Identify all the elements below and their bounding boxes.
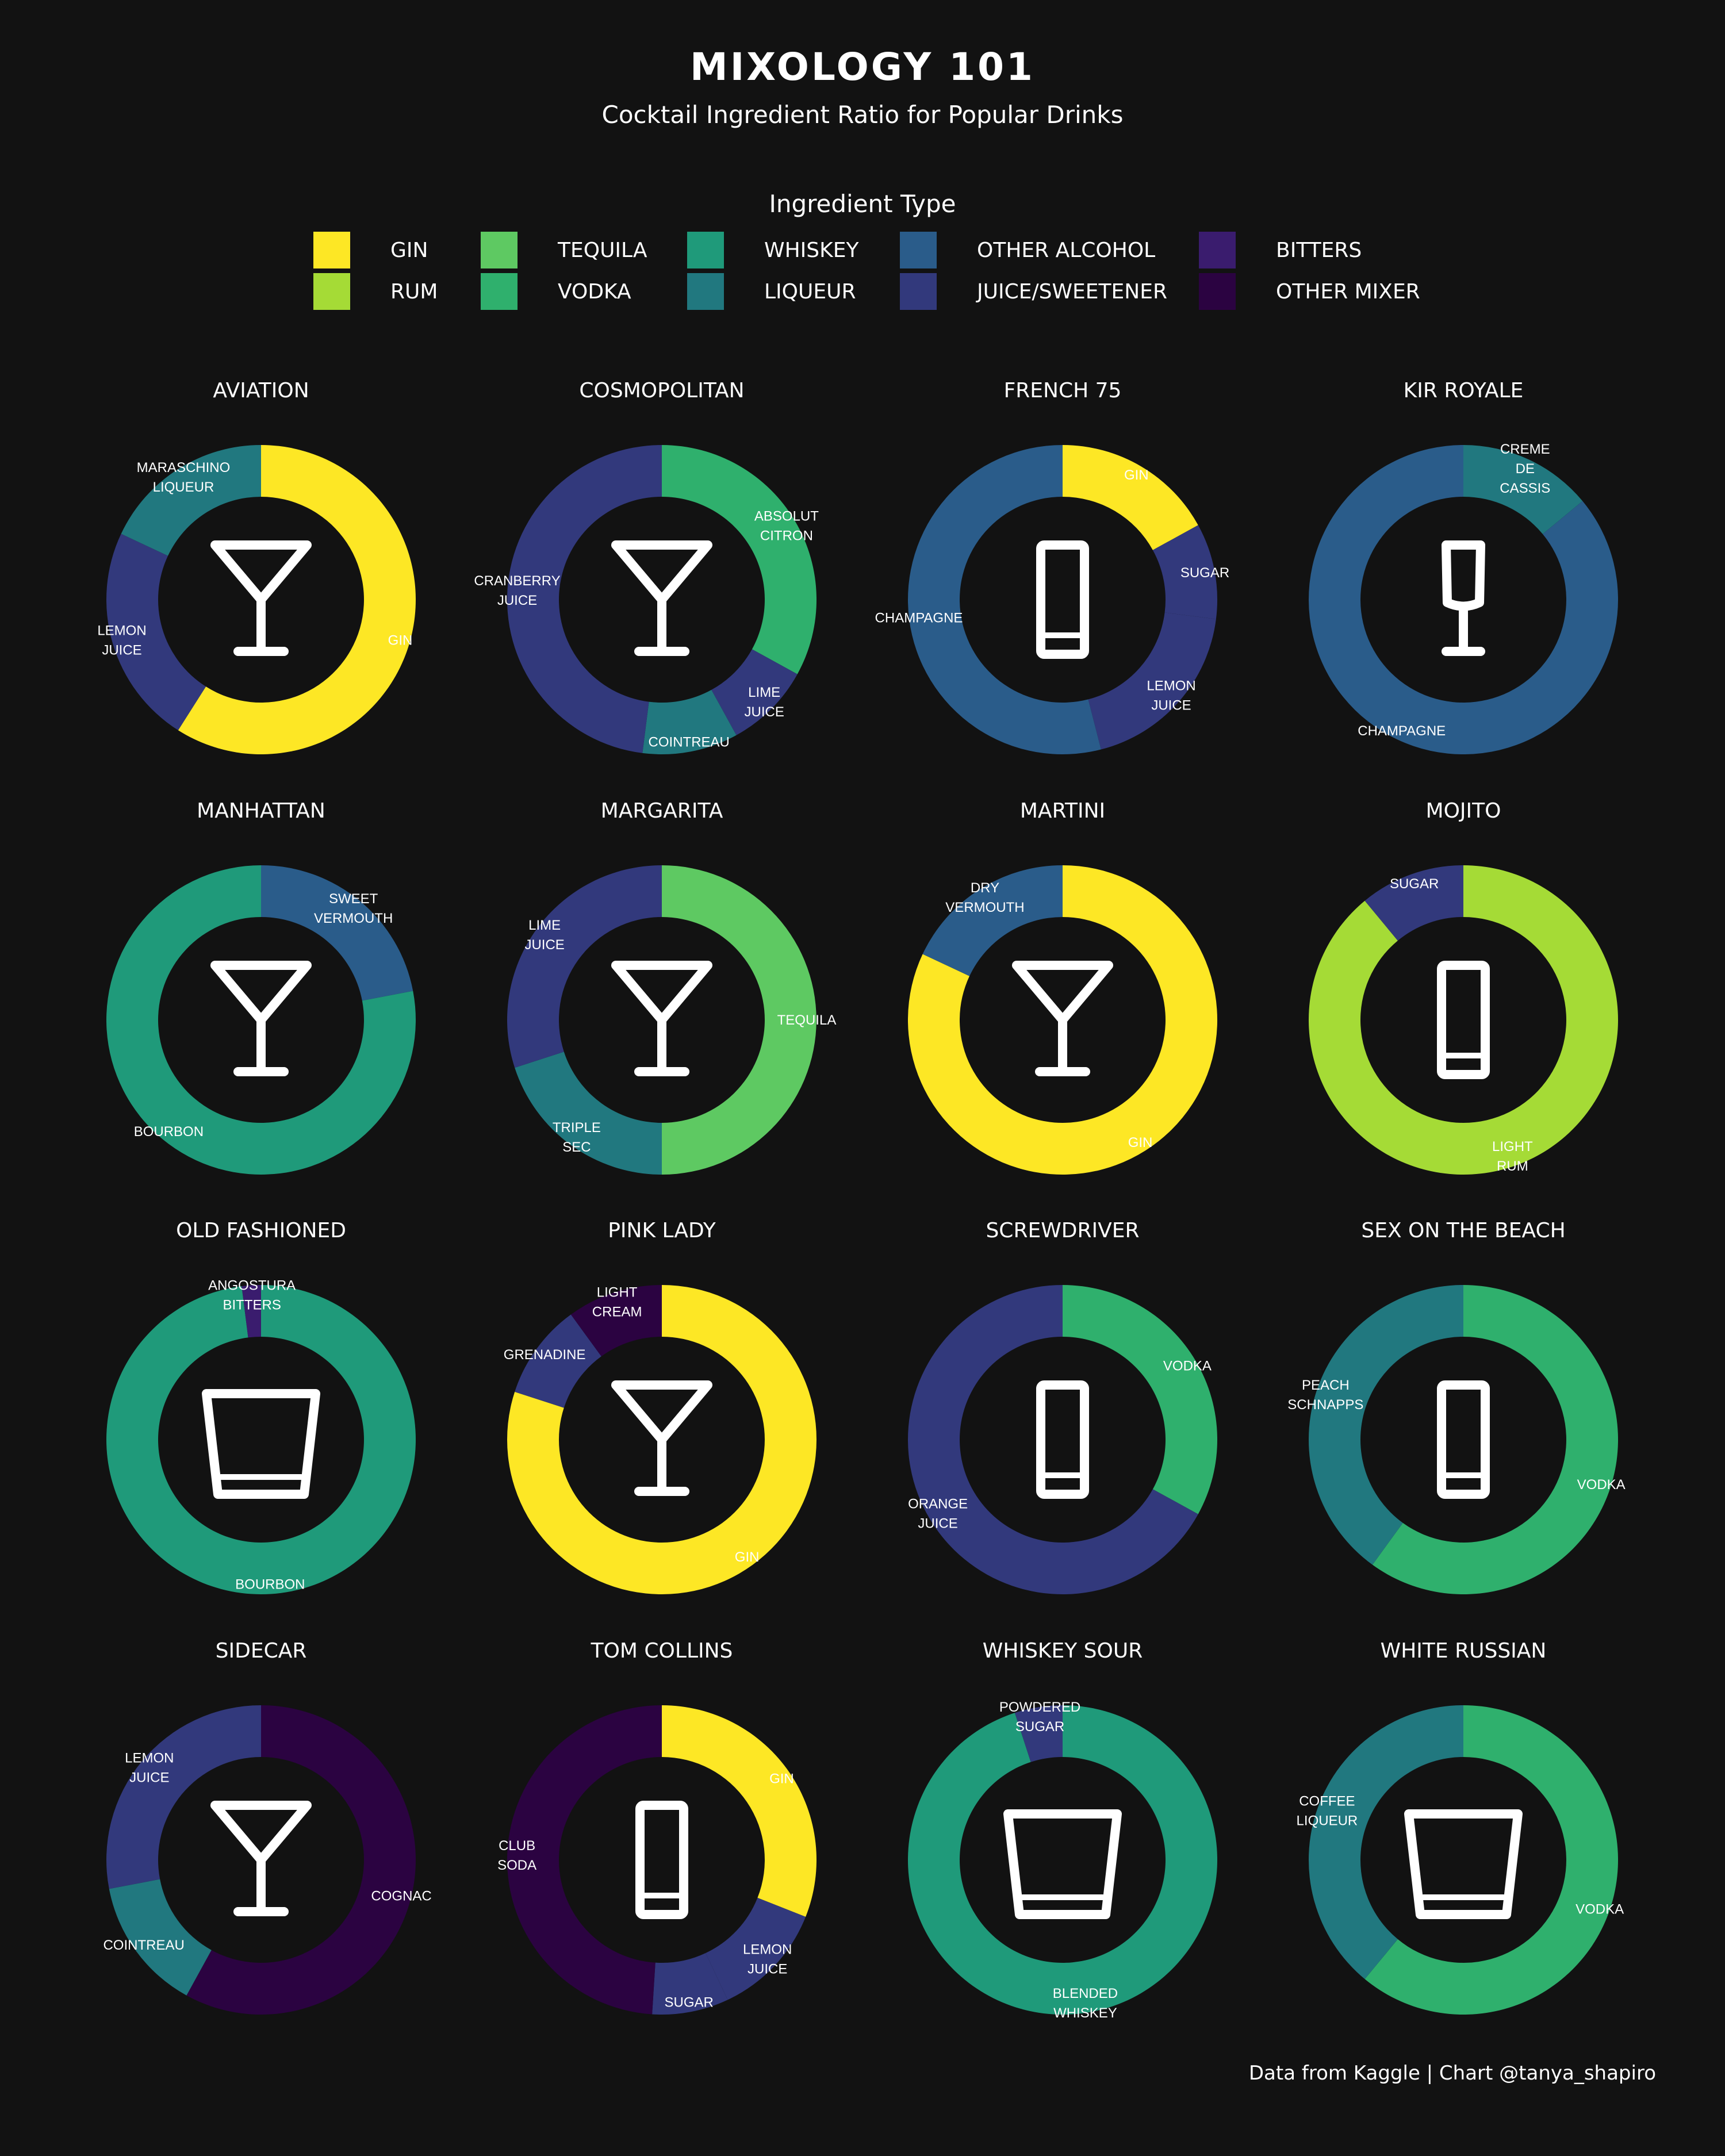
slice-label: CHAMPAGNE [1358, 723, 1446, 739]
slice-label: SUGAR [1390, 876, 1439, 892]
chart-title: SEX ON THE BEACH [1361, 1219, 1565, 1242]
source-credit: Data from Kaggle | Chart @tanya_shapiro [1248, 2062, 1656, 2085]
chart-title: PINK LADY [608, 1219, 716, 1242]
donut-slice [261, 865, 413, 1001]
chart-title: COSMOPOLITAN [579, 379, 744, 402]
slice-label: COGNAC [371, 1889, 431, 1904]
slice-label: GRENADINE [504, 1347, 586, 1363]
slice-label: COINTREAU [103, 1938, 184, 1953]
chart-title: KIR ROYALE [1404, 379, 1524, 402]
slice-label: VODKA [1577, 1477, 1626, 1493]
rocks-glass-icon [1404, 1809, 1523, 1919]
chart-title: SCREWDRIVER [986, 1219, 1139, 1242]
slice-label: CHAMPAGNE [875, 611, 963, 626]
slice-label: COINTREAU [649, 735, 730, 750]
donut-mojito: MOJITOLIGHT RUMSUGAR [1309, 799, 1618, 1175]
highball-glass-icon [635, 1801, 688, 1919]
chart-title: WHITE RUSSIAN [1381, 1639, 1547, 1663]
donut-manhattan: MANHATTANSWEET VERMOUTHBOURBON [106, 799, 416, 1175]
chart-title: OLD FASHIONED [176, 1219, 346, 1242]
donut-sidecar: SIDECARCOGNACCOINTREAULEMON JUICE [103, 1639, 432, 2015]
donut-french-75: FRENCH 75GINSUGARLEMON JUICECHAMPAGNE [875, 379, 1229, 754]
donut-white-russian: WHITE RUSSIANVODKACOFFEE LIQUEUR [1297, 1639, 1624, 2015]
slice-label: SUGAR [665, 1995, 714, 2011]
donut-old-fashioned: OLD FASHIONEDBOURBONANGOSTURA BITTERS [106, 1219, 416, 1594]
chart-title: TOM COLLINS [591, 1639, 733, 1663]
rocks-glass-icon [1003, 1809, 1122, 1919]
chart-title: MARTINI [1020, 799, 1105, 823]
chart-title: MANHATTAN [197, 799, 325, 823]
chart-title: SIDECAR [216, 1639, 307, 1663]
slice-label: BOURBON [235, 1577, 305, 1593]
slice-label: SUGAR [1180, 565, 1229, 581]
highball-glass-icon [1437, 961, 1490, 1079]
highball-glass-icon [1036, 540, 1089, 659]
slice-label: GIN [735, 1549, 760, 1565]
chart-title: MOJITO [1426, 799, 1501, 823]
cocktail-glass-icon [611, 1380, 712, 1496]
donut-slice [106, 1705, 262, 1889]
highball-glass-icon [1437, 1380, 1490, 1499]
donut-slice [1063, 445, 1198, 550]
chart-title: WHISKEY SOUR [983, 1639, 1143, 1663]
donut-pink-lady: PINK LADYGINGRENADINELIGHT CREAM [504, 1219, 816, 1594]
slice-label: TEQUILA [777, 1012, 837, 1028]
donut-slice [662, 445, 816, 674]
donut-sex-on-the-beach: SEX ON THE BEACHVODKAPEACH SCHNAPPS [1287, 1219, 1626, 1594]
donut-aviation: AVIATIONGINLEMON JUICEMARASCHINO LIQUEUR [97, 379, 416, 754]
slice-label: GIN [388, 632, 413, 648]
rocks-glass-icon [202, 1389, 320, 1499]
donut-cosmopolitan: COSMOPOLITANABSOLUT CITRONLIME JUICECOINTR… [474, 379, 819, 755]
chart-title: FRENCH 75 [1004, 379, 1122, 402]
slice-label: VODKA [1163, 1359, 1212, 1374]
slice-label: BOURBON [134, 1124, 204, 1140]
donut-whiskey-sour: WHISKEY SOURBLENDED WHISKEYPOWDERED SUGAR [908, 1639, 1217, 2021]
donut-margarita: MARGARITATEQUILATRIPLE SECLIME JUICE [507, 799, 836, 1175]
donut-tom-collins: TOM COLLINSGINLEMON JUICESUGARCLUB SODA [497, 1639, 816, 2015]
cocktail-glass-icon [210, 540, 312, 656]
slice-label: GIN [1124, 467, 1149, 483]
highball-glass-icon [1036, 1380, 1089, 1499]
chart-title: MARGARITA [601, 799, 723, 823]
donut-martini: MARTINIGINDRY VERMOUTH [908, 799, 1217, 1175]
flute-glass-icon [1442, 540, 1485, 656]
donut-kir-royale: KIR ROYALECREME DE CASSISCHAMPAGNE [1308, 379, 1618, 754]
chart-title: AVIATION [213, 379, 309, 402]
donut-screwdriver: SCREWDRIVERVODKAORANGE JUICE [908, 1219, 1218, 1594]
slice-label: GIN [1128, 1135, 1153, 1150]
cocktail-glass-icon [1012, 961, 1113, 1076]
cocktail-glass-icon [611, 540, 712, 656]
cocktail-glass-icon [210, 961, 312, 1076]
donut-slice [1309, 1705, 1463, 1979]
slice-label: GIN [769, 1771, 794, 1786]
slice-label: VODKA [1575, 1901, 1624, 1917]
cocktail-glass-icon [210, 1801, 312, 1916]
cocktail-glass-icon [611, 961, 712, 1076]
donut-chart-grid: AVIATIONGINLEMON JUICEMARASCHINO LIQUEURCO… [97, 379, 1626, 2021]
